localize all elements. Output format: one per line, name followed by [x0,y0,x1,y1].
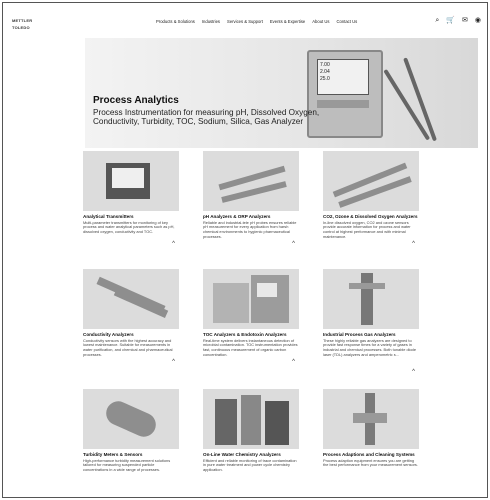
category-card-gas[interactable]: Industrial Process Gas Analyzers These h… [323,269,419,375]
category-card-transmitters[interactable]: Analytical Transmitters Multi-parameter … [83,151,179,247]
card-title: On-Line Water Chemistry Analyzers [203,452,281,457]
menu-item-contact[interactable]: Contact Us [337,19,358,24]
utility-icons: ⌕ 🛒 ✉ ◉ [435,17,481,25]
search-icon[interactable]: ⌕ [435,17,439,25]
user-icon[interactable]: ◉ [475,17,481,25]
menu-item-about[interactable]: About Us [312,19,329,24]
card-description: Efficient and reliable monitoring of tra… [203,457,297,473]
menu-item-events[interactable]: Events & Expertise [270,19,305,24]
chevron-up-icon[interactable]: ^ [412,369,415,375]
menu-item-industries[interactable]: Industries [202,19,220,24]
chevron-up-icon[interactable]: ^ [172,359,175,365]
card-description: Process adaption equipment ensures you a… [323,457,418,468]
card-description: Conductivity sensors with the highest ac… [83,337,173,358]
category-card-toc[interactable]: TOC Analyzers & Endotoxin Analyzers Real… [203,269,299,365]
menu-item-products[interactable]: Products & Solutions [156,19,195,24]
mail-icon[interactable]: ✉ [462,17,468,25]
card-description: Real-time system delivers instantaneous … [203,337,298,358]
card-image [323,389,419,449]
card-title: Turbidity Meters & Sensors [83,452,143,457]
card-image [203,389,299,449]
page-subtitle: Process Instrumentation for measuring pH… [93,108,320,126]
device-screen: 7.00 2.04 25.0 [317,59,369,95]
card-title: Process Adaptions and Cleaning Systems [323,452,415,457]
card-description: Reliable and industrial-tele pH probes e… [203,219,297,240]
chevron-up-icon[interactable]: ^ [412,241,415,247]
top-navigation: METTLER TOLEDO Products & Solutions Indu… [3,3,487,41]
category-card-turbidity[interactable]: Turbidity Meters & Sensors High-performa… [83,389,179,473]
card-description: High-performance turbidity measurement s… [83,457,171,473]
card-description: Multi-parameter transmitters for monitor… [83,219,175,235]
category-card-process-adaptions[interactable]: Process Adaptions and Cleaning Systems P… [323,389,419,468]
chevron-up-icon[interactable]: ^ [292,241,295,247]
category-card-water-chemistry[interactable]: On-Line Water Chemistry Analyzers Effici… [203,389,299,473]
card-title: CO2, Ozone & Dissolved Oxygen Analyzers [323,214,418,219]
card-image [83,389,179,449]
menu-item-services[interactable]: Services & Support [227,19,263,24]
card-image [323,151,419,211]
page-title: Process Analytics [93,95,179,106]
card-title: pH Analyzers & ORP Analyzers [203,214,271,219]
card-image [83,151,179,211]
card-title: Conductivity Analyzers [83,332,134,337]
hero-banner: 7.00 2.04 25.0 Process Analytics Process… [85,38,478,148]
card-image [203,269,299,329]
category-card-conductivity[interactable]: Conductivity Analyzers Conductivity sens… [83,269,179,365]
main-menu: Products & Solutions Industries Services… [156,19,357,24]
card-description: In-line dissolved oxygen, CO2 and ozone … [323,219,411,240]
card-title: Industrial Process Gas Analyzers [323,332,396,337]
category-card-co2-ozone-do[interactable]: CO2, Ozone & Dissolved Oxygen Analyzers … [323,151,419,247]
card-image [323,269,419,329]
card-image [83,269,179,329]
card-title: TOC Analyzers & Endotoxin Analyzers [203,332,287,337]
chevron-up-icon[interactable]: ^ [292,359,295,365]
card-description: These highly reliable gas analyzers are … [323,337,416,358]
card-title: Analytical Transmitters [83,214,134,219]
device-keys [317,100,369,108]
browser-page: METTLER TOLEDO Products & Solutions Indu… [2,2,488,498]
category-card-ph[interactable]: pH Analyzers & ORP Analyzers Reliable an… [203,151,299,247]
card-image [203,151,299,211]
cart-icon[interactable]: 🛒 [446,17,455,25]
company-logo[interactable]: METTLER TOLEDO [12,17,39,30]
chevron-up-icon[interactable]: ^ [172,241,175,247]
